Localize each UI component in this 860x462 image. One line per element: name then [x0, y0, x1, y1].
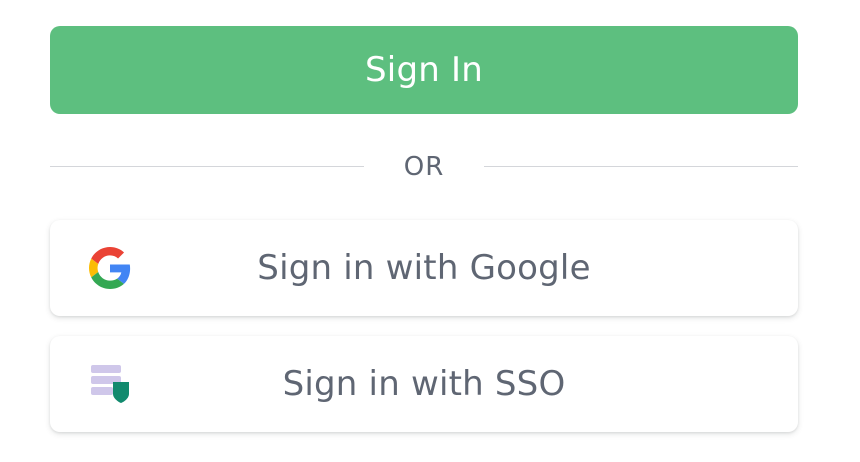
- divider-line-right: [484, 166, 798, 167]
- google-sign-in-button[interactable]: Sign in with Google: [50, 220, 798, 316]
- google-button-label: Sign in with Google: [257, 248, 591, 288]
- sign-in-button[interactable]: Sign In: [50, 26, 798, 114]
- login-options: Sign In OR Sign in with Google Sign in w: [0, 0, 860, 462]
- google-icon: [88, 246, 132, 290]
- divider-text: OR: [403, 152, 445, 182]
- sso-icon: [88, 362, 132, 406]
- divider-line-left: [50, 166, 364, 167]
- or-divider: OR: [50, 146, 798, 186]
- sso-sign-in-button[interactable]: Sign in with SSO: [50, 336, 798, 432]
- sso-button-label: Sign in with SSO: [282, 364, 566, 404]
